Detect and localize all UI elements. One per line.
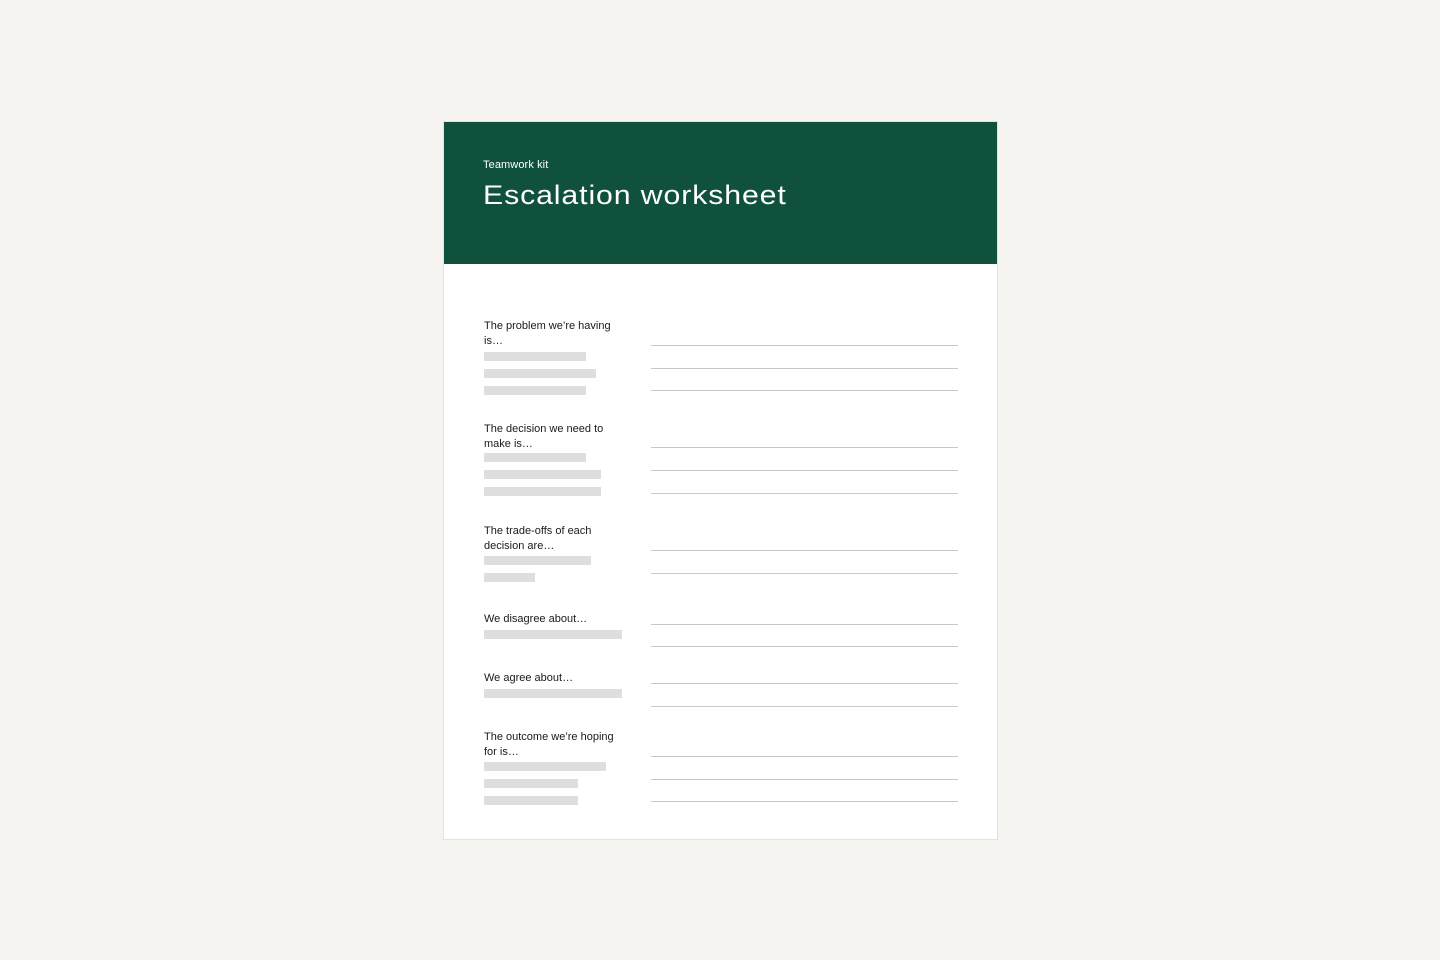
section-label: The trade-offs of each decision are… [484,525,592,552]
answer-line[interactable] [651,447,958,448]
section-label: The outcome we’re hoping for is… [484,731,614,758]
answer-line[interactable] [651,390,958,391]
answer-line[interactable] [651,683,958,684]
answer-line[interactable] [651,756,958,757]
answer-line[interactable] [651,470,958,471]
placeholder-bar [484,453,586,462]
placeholder-bar [484,556,591,565]
placeholder-bar [484,796,578,805]
page-title: Escalation worksheet [483,180,787,210]
answer-line[interactable] [651,706,958,707]
answer-line[interactable] [651,624,958,625]
worksheet-header: Teamwork kit Escalation worksheet [444,122,997,264]
placeholder-bar [484,779,578,788]
placeholder-bar [484,630,622,639]
answer-line[interactable] [651,573,958,574]
placeholder-bar [484,762,606,771]
worksheet-card: Teamwork kit Escalation worksheet The pr… [443,121,998,840]
placeholder-bar [484,689,622,698]
section-label: The problem we’re having is… [484,320,611,347]
answer-line[interactable] [651,493,958,494]
section-label: The decision we need to make is… [484,423,604,450]
answer-line[interactable] [651,368,958,369]
answer-line[interactable] [651,801,958,802]
answer-line[interactable] [651,345,958,346]
placeholder-bar [484,573,535,582]
kit-label: Teamwork kit [483,159,549,171]
answer-line[interactable] [651,550,958,551]
answer-line[interactable] [651,779,958,780]
section-label: We disagree about… [484,613,588,625]
answer-line[interactable] [651,646,958,647]
placeholder-bar [484,369,596,378]
placeholder-bar [484,487,601,496]
placeholder-bar [484,386,586,395]
section-label: We agree about… [484,672,574,684]
placeholder-bar [484,470,601,479]
placeholder-bar [484,352,586,361]
